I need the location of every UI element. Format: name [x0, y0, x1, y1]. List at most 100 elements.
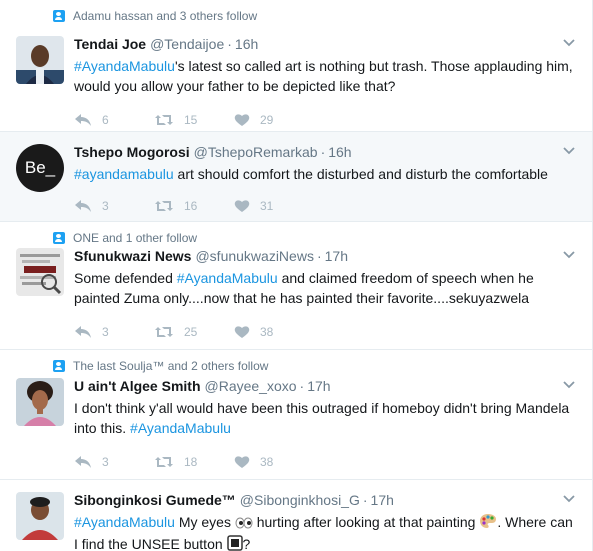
like-button[interactable]: 38: [234, 325, 314, 339]
tweet-actions: 3 18 38: [74, 444, 576, 480]
reply-button[interactable]: 3: [74, 455, 154, 469]
tweet-header: Sibonginkosi Gumede™ @Sibonginkhosi_G · …: [74, 492, 576, 512]
retweet-button[interactable]: 25: [154, 325, 234, 339]
timestamp[interactable]: 17h: [307, 378, 330, 394]
reply-icon: [75, 114, 91, 126]
author-handle[interactable]: @sfunukwaziNews: [195, 248, 313, 264]
author-name[interactable]: Sibonginkosi Gumede™: [74, 492, 236, 508]
chevron-down-icon[interactable]: [562, 144, 576, 158]
follow-context-icon: [53, 360, 65, 372]
separator-dot: ·: [227, 36, 232, 52]
follow-context-icon: [53, 232, 65, 244]
tweet-header: Tshepo Mogorosi @TshepoRemarkab · 16h: [74, 144, 576, 164]
tweet[interactable]: ONE and 1 other follow Sfunukwazi News @…: [0, 222, 592, 350]
tweet[interactable]: Adamu hassan and 3 others follow Tendai …: [0, 0, 592, 132]
author-name[interactable]: Sfunukwazi News: [74, 248, 191, 264]
hashtag-link[interactable]: #AyandaMabulu: [130, 420, 231, 436]
retweet-button[interactable]: 15: [154, 113, 234, 127]
social-context-text[interactable]: Adamu hassan and 3 others follow: [73, 9, 257, 23]
reply-count: 3: [102, 455, 109, 469]
author-handle[interactable]: @Sibonginkhosi_G: [240, 492, 360, 508]
eyes-emoji-icon: [235, 514, 253, 534]
timeline: Adamu hassan and 3 others follow Tendai …: [0, 0, 593, 551]
author-name[interactable]: Tshepo Mogorosi: [74, 144, 190, 160]
social-context: The last Soulja™ and 2 others follow: [53, 358, 268, 374]
author-name[interactable]: U ain't Algee Smith: [74, 378, 201, 394]
tweet-actions: 3 16 31: [74, 188, 576, 224]
tweet-text-body: art should comfort the disturbed and dis…: [173, 166, 548, 182]
chevron-down-icon[interactable]: [562, 378, 576, 392]
reply-count: 3: [102, 199, 109, 213]
like-button[interactable]: 29: [234, 113, 314, 127]
like-count: 31: [260, 199, 274, 213]
retweet-button[interactable]: 16: [154, 199, 234, 213]
reply-count: 3: [102, 325, 109, 339]
hashtag-link[interactable]: #AyandaMabulu: [177, 270, 278, 286]
retweet-icon: [155, 201, 173, 211]
tweet-text: I don't think y'all would have been this…: [74, 398, 576, 438]
chevron-down-icon[interactable]: [562, 492, 576, 506]
author-handle[interactable]: @Rayee_xoxo: [205, 378, 297, 394]
tweet[interactable]: Sibonginkosi Gumede™ @Sibonginkhosi_G · …: [0, 480, 592, 551]
reply-button[interactable]: 3: [74, 325, 154, 339]
tweet-actions: 3 25 38: [74, 314, 576, 350]
reply-button[interactable]: 3: [74, 199, 154, 213]
avatar[interactable]: [16, 378, 64, 426]
chevron-down-icon[interactable]: [562, 36, 576, 50]
tweet-text: #ayandamabulu art should comfort the dis…: [74, 164, 576, 184]
retweet-count: 16: [184, 199, 198, 213]
tweet-header: Sfunukwazi News @sfunukwaziNews · 17h: [74, 248, 576, 268]
author-handle[interactable]: @Tendaijoe: [150, 36, 224, 52]
retweet-count: 25: [184, 325, 198, 339]
retweet-count: 15: [184, 113, 198, 127]
separator-dot: ·: [362, 492, 368, 508]
tweet[interactable]: Be_ Tshepo Mogorosi @TshepoRemarkab · 16…: [0, 132, 592, 222]
like-button[interactable]: 38: [234, 455, 314, 469]
timestamp[interactable]: 17h: [325, 248, 348, 264]
like-count: 29: [260, 113, 274, 127]
chevron-down-icon[interactable]: [562, 248, 576, 262]
tweet-text-body: hurting after looking at that painting: [252, 514, 480, 530]
like-count: 38: [260, 325, 274, 339]
timestamp[interactable]: 17h: [371, 492, 394, 508]
tweet[interactable]: The last Soulja™ and 2 others follow U a…: [0, 350, 592, 480]
heart-icon: [234, 200, 250, 212]
tweet-text-body: ?: [242, 536, 251, 551]
black-square-button-icon: [226, 535, 243, 551]
social-context-text[interactable]: The last Soulja™ and 2 others follow: [73, 359, 268, 373]
timestamp[interactable]: 16h: [235, 36, 258, 52]
reply-icon: [75, 456, 91, 468]
tweet-text: #AyandaMabulu's latest so called art is …: [74, 56, 576, 96]
like-count: 38: [260, 455, 274, 469]
author-handle[interactable]: @TshepoRemarkab: [194, 144, 318, 160]
avatar[interactable]: Be_: [16, 144, 64, 192]
avatar-logo-text: Be_: [24, 158, 56, 177]
separator-dot: ·: [320, 144, 326, 160]
retweet-icon: [155, 457, 173, 467]
heart-icon: [234, 456, 250, 468]
hashtag-link[interactable]: #AyandaMabulu: [74, 514, 175, 530]
like-button[interactable]: 31: [234, 199, 314, 213]
separator-dot: ·: [316, 248, 322, 264]
tweet-text: #AyandaMabulu My eyes hurting after look…: [74, 512, 576, 551]
hashtag-link[interactable]: #AyandaMabulu: [74, 58, 175, 74]
tweet-header: Tendai Joe @Tendaijoe · 16h: [74, 36, 576, 56]
reply-icon: [75, 326, 91, 338]
reply-button[interactable]: 6: [74, 113, 154, 127]
separator-dot: ·: [299, 378, 305, 394]
avatar[interactable]: [16, 36, 64, 84]
heart-icon: [234, 114, 250, 126]
timestamp[interactable]: 16h: [328, 144, 351, 160]
hashtag-link[interactable]: #ayandamabulu: [74, 166, 174, 182]
follow-context-icon: [53, 10, 65, 22]
tweet-text-body: My eyes: [174, 514, 235, 530]
avatar[interactable]: [16, 492, 64, 540]
retweet-button[interactable]: 18: [154, 455, 234, 469]
author-name[interactable]: Tendai Joe: [74, 36, 146, 52]
social-context-text[interactable]: ONE and 1 other follow: [73, 231, 197, 245]
tweet-header: U ain't Algee Smith @Rayee_xoxo · 17h: [74, 378, 576, 398]
retweet-icon: [155, 327, 173, 337]
social-context: ONE and 1 other follow: [53, 230, 197, 246]
avatar[interactable]: [16, 248, 64, 296]
retweet-icon: [155, 115, 173, 125]
